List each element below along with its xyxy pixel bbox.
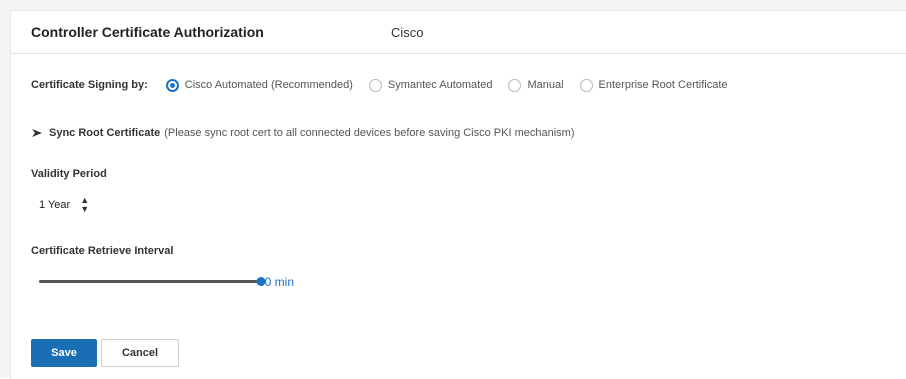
settings-panel: Controller Certificate Authorization Cis… — [10, 10, 906, 379]
left-background-strip — [0, 0, 10, 378]
radio-option-enterprise-root[interactable]: Enterprise Root Certificate — [579, 78, 728, 92]
retrieve-interval-value: 60 min — [258, 275, 295, 289]
radio-label: Enterprise Root Certificate — [598, 79, 728, 91]
validity-period-select[interactable]: 1 Year ▲ ▼ — [39, 194, 111, 216]
radio-button[interactable] — [368, 78, 382, 92]
chevron-right-icon[interactable] — [31, 128, 43, 138]
save-button[interactable]: Save — [31, 339, 97, 367]
slider-track — [39, 280, 261, 283]
retrieve-interval-slider[interactable] — [39, 277, 266, 287]
sync-root-certificate-note: (Please sync root cert to all connected … — [164, 127, 575, 139]
panel-header: Controller Certificate Authorization Cis… — [11, 11, 906, 54]
certificate-signing-label: Certificate Signing by: — [31, 79, 148, 91]
radio-button[interactable] — [508, 78, 522, 92]
panel-title: Controller Certificate Authorization — [31, 24, 264, 40]
panel-header-value: Cisco — [391, 25, 424, 40]
radio-label: Symantec Automated — [387, 79, 493, 91]
validity-period-value: 1 Year — [39, 199, 71, 211]
radio-option-manual[interactable]: Manual — [508, 78, 564, 92]
radio-option-cisco-automated[interactable]: Cisco Automated (Recommended) — [165, 78, 353, 92]
certificate-retrieve-interval-label: Certificate Retrieve Interval — [31, 245, 174, 257]
validity-period-label: Validity Period — [31, 168, 107, 180]
top-background-strip — [0, 0, 906, 10]
radio-button-checked[interactable] — [165, 78, 179, 92]
sync-root-certificate-title[interactable]: Sync Root Certificate — [49, 127, 160, 139]
radio-label: Cisco Automated (Recommended) — [184, 79, 353, 91]
select-arrows-icon: ▲ ▼ — [80, 195, 90, 214]
cancel-button[interactable]: Cancel — [101, 339, 179, 367]
certificate-signing-row: Certificate Signing by: Cisco Automated … — [31, 75, 744, 95]
sync-root-certificate-row[interactable]: Sync Root Certificate (Please sync root … — [31, 127, 575, 139]
radio-label: Manual — [527, 79, 564, 91]
radio-option-symantec-automated[interactable]: Symantec Automated — [368, 78, 493, 92]
radio-button[interactable] — [579, 78, 593, 92]
